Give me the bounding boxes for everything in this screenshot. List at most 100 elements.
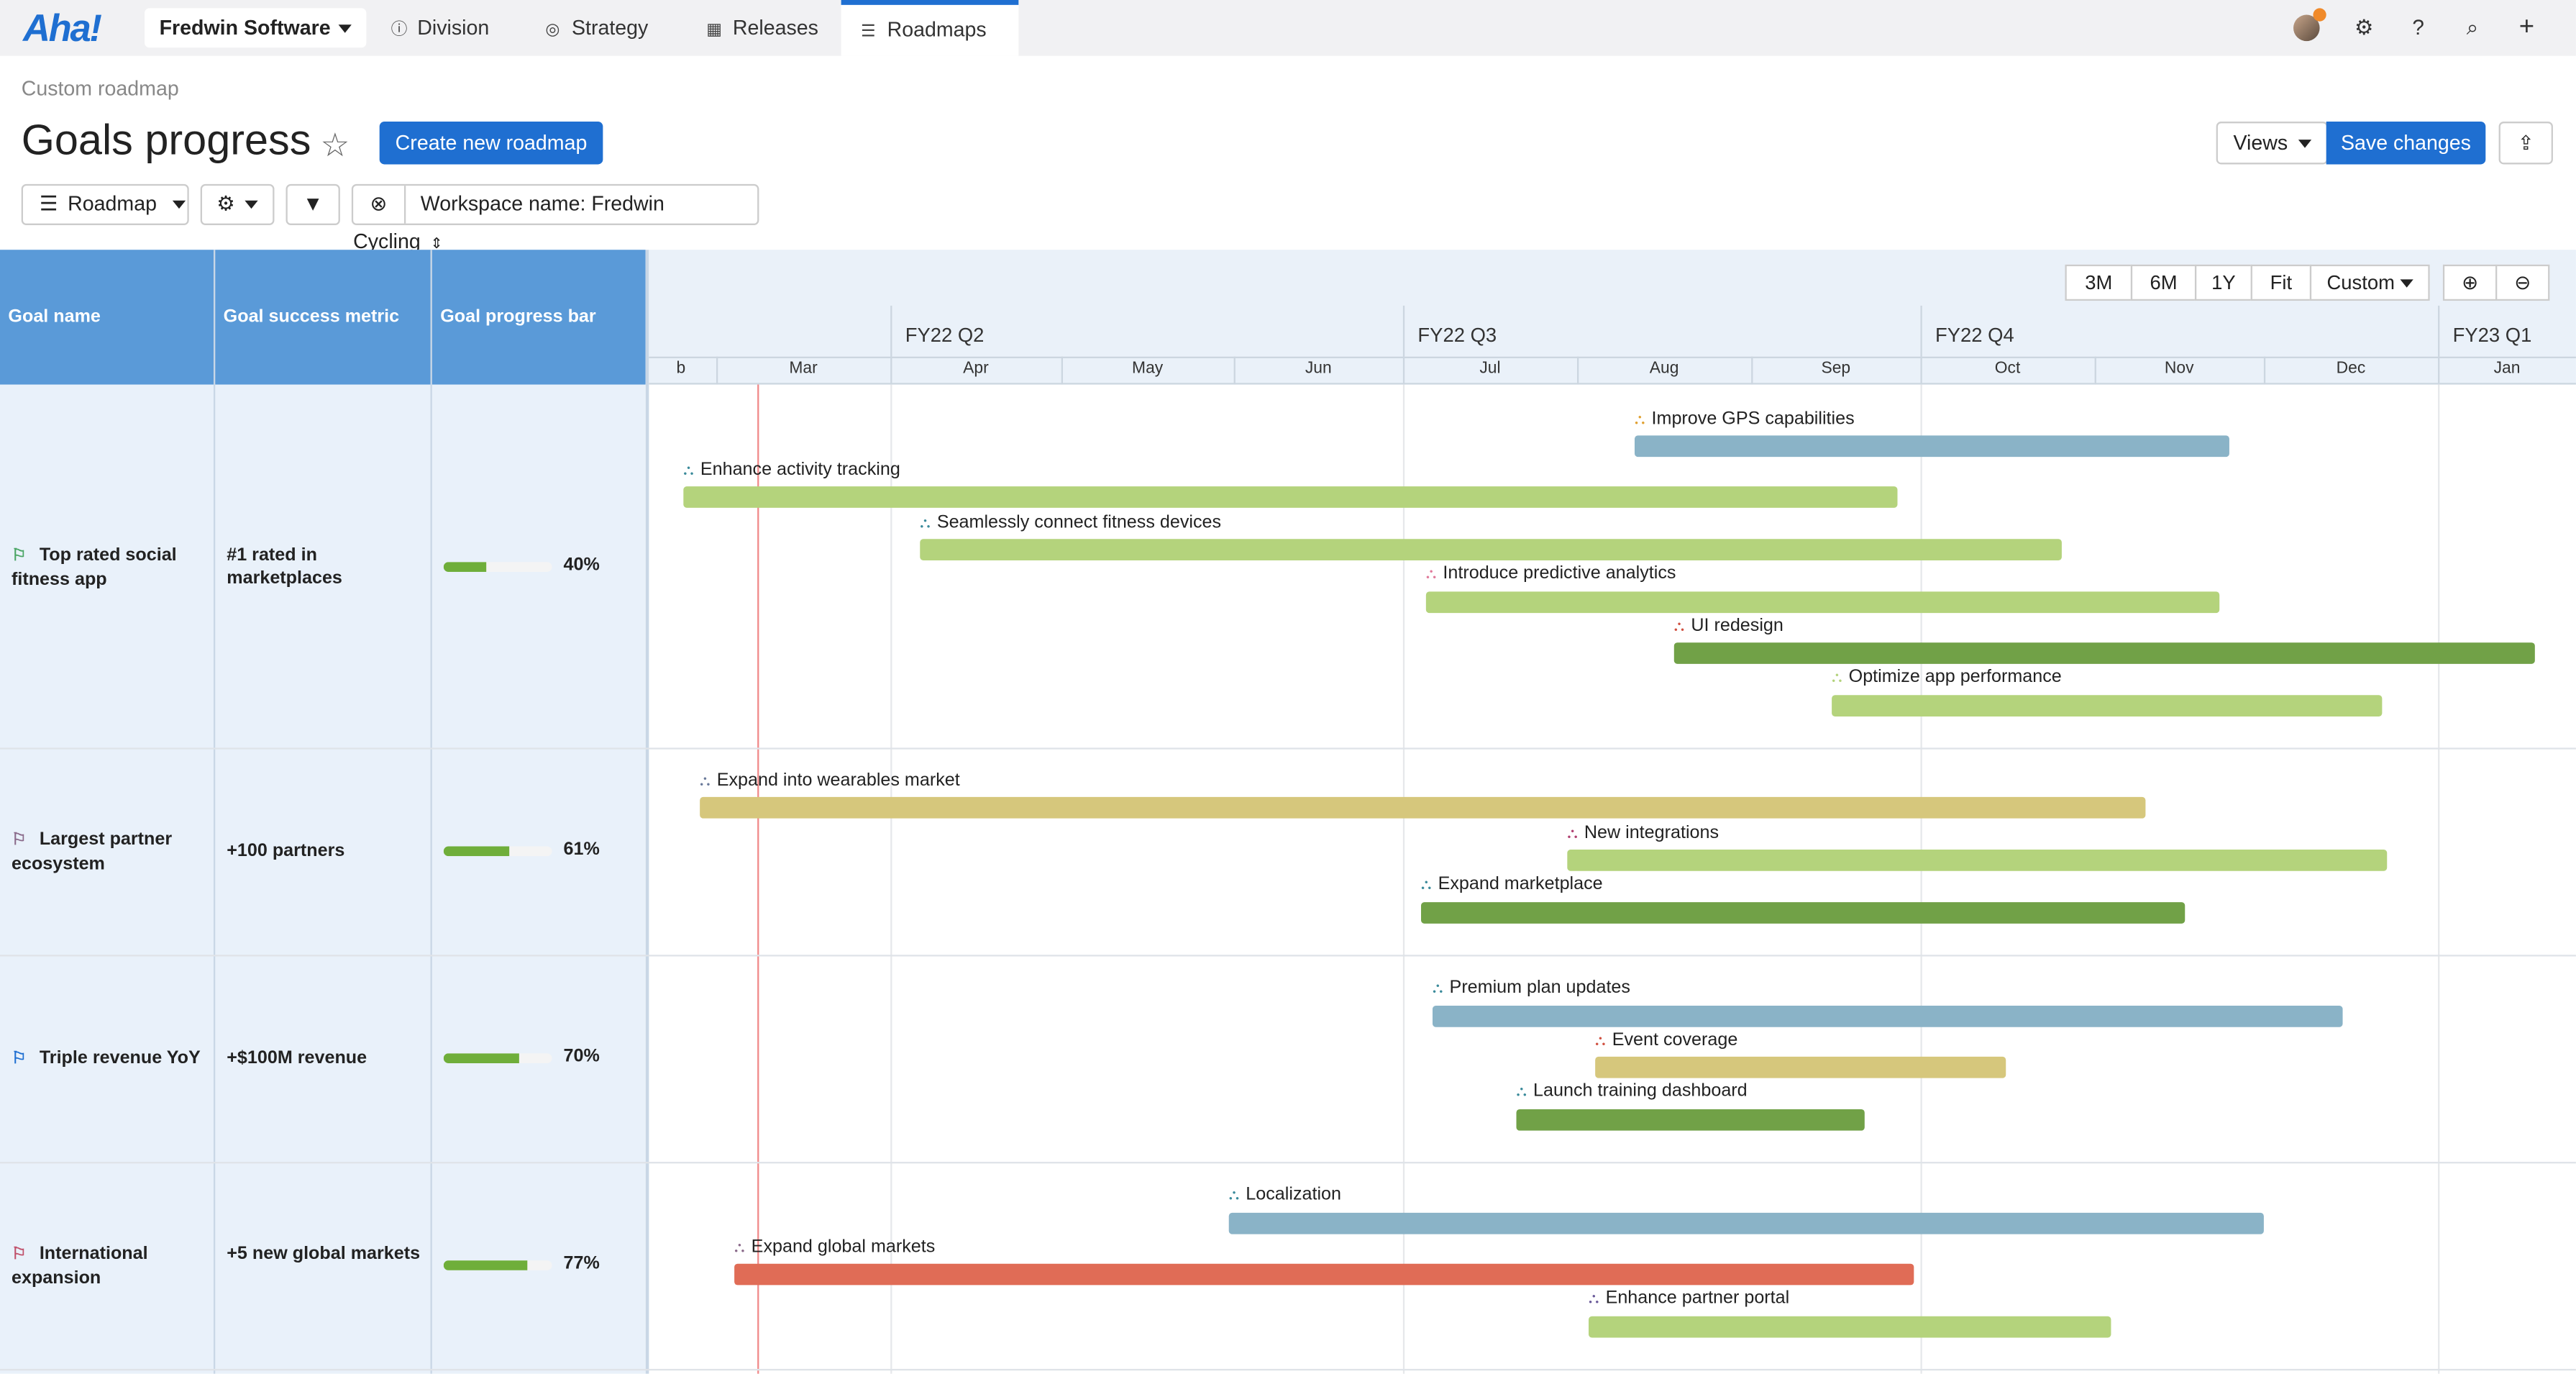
workspace-filter[interactable]: ⊗Workspace name: Fredwin Cycling⇕	[352, 184, 759, 225]
initiative-label-text: Expand marketplace	[1438, 874, 1603, 893]
column-header-progress-bar[interactable]: Goal progress bar	[432, 250, 646, 384]
initiative-bar[interactable]	[734, 1264, 1914, 1286]
views-button[interactable]: Views	[2216, 122, 2328, 164]
month-label: Jan	[2438, 360, 2576, 378]
initiative-hierarchy-icon: ⛬	[1832, 669, 1842, 687]
zoom-6m-button[interactable]: 6M	[2131, 265, 2196, 301]
breadcrumb[interactable]: Custom roadmap	[22, 77, 179, 100]
sort-icon: ⇕	[431, 235, 443, 252]
month-label: May	[1061, 360, 1234, 378]
filter-icon[interactable]: ▼	[286, 184, 339, 225]
workspace-selector[interactable]: Fredwin Software	[145, 8, 367, 47]
zoom-1y-button[interactable]: 1Y	[2195, 265, 2252, 301]
goal-progress-percent: 40%	[564, 555, 600, 574]
tab-strategy[interactable]: ◎Strategy	[526, 0, 668, 56]
initiative-label[interactable]: ⛬Seamlessly connect fitness devices	[920, 513, 1221, 532]
initiative-bar[interactable]	[1674, 642, 2535, 664]
initiative-bar[interactable]	[1433, 1006, 2343, 1027]
goal-name[interactable]: ⚐Largest partner ecosystem	[12, 828, 209, 875]
tab-division[interactable]: ⓘDivision	[371, 0, 508, 56]
goal-name[interactable]: ⚐ Triple revenue YoY	[12, 1047, 209, 1071]
flag-icon: ⚐	[12, 830, 31, 853]
initiative-bar[interactable]	[1635, 435, 2229, 457]
initiative-label[interactable]: ⛬ Optimize app performance	[1832, 667, 2062, 686]
initiative-hierarchy-icon: ⛬	[1595, 1032, 1605, 1050]
zoom-custom-dropdown[interactable]: Custom	[2310, 265, 2430, 301]
gear-icon[interactable]: ⚙	[2351, 15, 2378, 42]
initiative-bar[interactable]	[1567, 850, 2387, 871]
initiative-bar[interactable]	[683, 486, 1897, 508]
goal-progress-percent: 70%	[564, 1047, 600, 1066]
roadmap-type-dropdown[interactable]: ☰Roadmap	[22, 184, 189, 225]
progress-fill	[444, 561, 487, 571]
star-icon[interactable]: ☆	[320, 125, 350, 166]
goal-metric: #1 rated in marketplaces	[227, 543, 424, 589]
flag-icon: ⚐	[12, 1244, 31, 1267]
column-header-goal-name[interactable]: Goal name	[0, 250, 215, 384]
search-icon[interactable]: ⌕	[2459, 15, 2486, 42]
initiative-bar[interactable]	[1421, 902, 2185, 924]
initiative-label[interactable]: ⛬Expand marketplace	[1421, 874, 1603, 893]
goal-name-text: Top rated social fitness app	[12, 545, 177, 589]
create-roadmap-button[interactable]: Create new roadmap	[380, 122, 603, 164]
save-changes-button[interactable]: Save changes	[2326, 122, 2486, 164]
initiative-label-text: Optimize app performance	[1849, 667, 2062, 686]
chevron-down-icon	[173, 201, 186, 209]
initiative-bar[interactable]	[920, 539, 2062, 560]
quarter-gridline	[2438, 385, 2439, 1374]
initiative-label[interactable]: ⛬Expand into wearables market	[700, 770, 960, 790]
initiative-bar[interactable]	[1229, 1213, 2264, 1234]
tab-releases[interactable]: ▦Releases	[687, 0, 838, 56]
goal-name-text: Triple revenue YoY	[40, 1048, 201, 1068]
zoom-out-icon[interactable]: ⊖	[2495, 265, 2549, 301]
notification-dot	[2313, 8, 2326, 21]
initiative-bar[interactable]	[1426, 591, 2219, 613]
flag-icon: ⚐	[12, 545, 31, 568]
settings-dropdown[interactable]: ⚙	[201, 184, 275, 225]
goal-metric: +100 partners	[227, 840, 424, 863]
roadmap-icon: ☰	[40, 192, 58, 215]
initiative-label[interactable]: ⛬Localization	[1229, 1185, 1341, 1204]
clear-filter-icon[interactable]: ⊗	[353, 186, 406, 224]
initiative-label[interactable]: ⛬Launch training dashboard	[1517, 1081, 1748, 1101]
column-divider	[214, 250, 215, 1374]
info-icon: ⓘ	[391, 4, 409, 60]
initiative-label[interactable]: ⛬Enhance partner portal	[1589, 1288, 1789, 1308]
zoom-fit-button[interactable]: Fit	[2251, 265, 2312, 301]
row-divider	[0, 1162, 2576, 1163]
initiative-bar[interactable]	[1832, 695, 2382, 716]
initiative-bar[interactable]	[1589, 1316, 2111, 1338]
initiative-label-text: Expand global markets	[752, 1237, 936, 1257]
zoom-3m-button[interactable]: 3M	[2065, 265, 2132, 301]
progress-fill	[444, 1053, 520, 1063]
initiative-label[interactable]: ⛬Enhance activity tracking	[683, 460, 900, 480]
initiative-label-text: Premium plan updates	[1450, 978, 1630, 997]
zoom-in-icon[interactable]: ⊕	[2443, 265, 2497, 301]
initiative-label[interactable]: ⛬Expand global markets	[734, 1237, 935, 1257]
goal-name[interactable]: ⚐Top rated social fitness app	[12, 543, 209, 591]
share-icon[interactable]: ⇪	[2499, 122, 2553, 164]
initiative-label[interactable]: ⛬Introduce predictive analytics	[1426, 564, 1676, 583]
initiative-label-text: Expand into wearables market	[717, 770, 960, 790]
goal-name[interactable]: ⚐International expansion	[12, 1242, 209, 1290]
initiative-label[interactable]: ⛬Improve GPS capabilities	[1635, 409, 1855, 429]
workspace-name: Fredwin Software	[160, 17, 331, 40]
logo[interactable]: Aha!	[23, 6, 101, 51]
initiative-label[interactable]: ⛬UI redesign	[1674, 617, 1783, 636]
plus-icon[interactable]: +	[2513, 15, 2540, 42]
initiative-hierarchy-icon: ⛬	[1674, 618, 1684, 636]
initiative-bar[interactable]	[1595, 1057, 2006, 1078]
initiative-label[interactable]: ⛬ Event coverage	[1595, 1030, 1737, 1050]
app: Aha! Fredwin Software ⓘDivision ◎Strateg…	[0, 0, 2576, 1374]
tab-roadmaps[interactable]: ☰Roadmaps	[841, 0, 1019, 56]
initiative-label[interactable]: ⛬New integrations	[1567, 823, 1719, 842]
initiative-bar[interactable]	[700, 797, 2145, 819]
help-icon[interactable]: ?	[2405, 15, 2431, 42]
initiative-label[interactable]: ⛬Premium plan updates	[1433, 978, 1630, 997]
initiative-bar[interactable]	[1517, 1109, 1865, 1131]
initiative-label-text: Event coverage	[1612, 1030, 1738, 1050]
column-header-success-metric[interactable]: Goal success metric	[215, 250, 432, 384]
flag-icon: ⚐	[12, 1048, 31, 1071]
page-title: Goals progress	[22, 115, 311, 166]
avatar[interactable]	[2293, 15, 2320, 42]
